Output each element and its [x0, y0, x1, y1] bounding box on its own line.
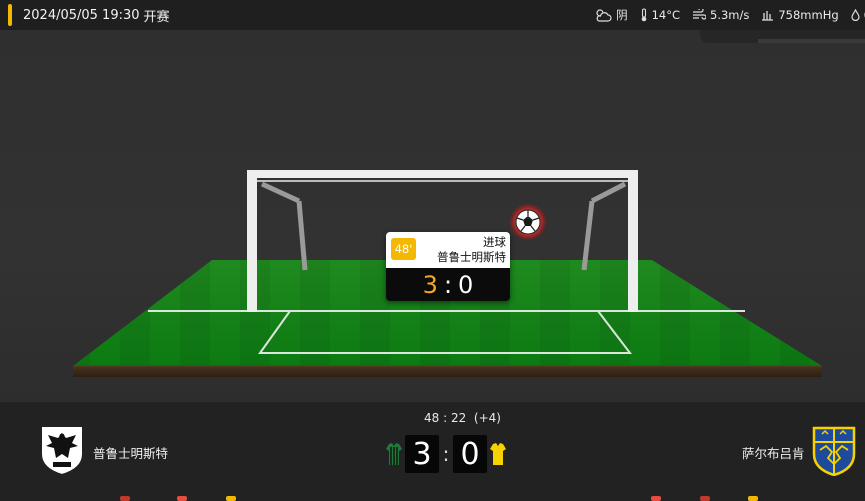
pitch-animation — [0, 30, 865, 402]
home-team-name: 普鲁士明斯特 — [93, 446, 169, 461]
weather-humidity: 6 — [851, 8, 865, 22]
event-type: 进球 — [483, 235, 506, 249]
droplet-icon — [851, 9, 860, 21]
shield-crest-icon — [812, 426, 856, 476]
goal-left-post — [247, 170, 257, 312]
wind-text: 5.3m/s — [710, 8, 750, 22]
panel-tab — [700, 30, 865, 43]
main-score: 3 : 0 — [383, 435, 523, 473]
deco-pennant — [700, 496, 710, 501]
wind-icon — [693, 9, 706, 20]
event-score-separator: : — [443, 270, 453, 299]
score-separator: : — [442, 442, 450, 466]
weather-condition-text: 阴 — [616, 8, 628, 22]
deco-pennant — [748, 496, 758, 501]
deco-pennant — [177, 496, 187, 501]
weather-wind: 5.3m/s — [692, 8, 749, 22]
match-info-bar: 2024/05/05 19:30 开赛 阴 14°C 5.3m/s 758mmH… — [0, 0, 865, 30]
deco-pennant — [120, 496, 130, 501]
home-score: 3 — [405, 435, 439, 473]
event-score: 3 : 0 — [386, 268, 510, 301]
away-team-name: 萨尔布吕肯 — [742, 446, 805, 461]
weather-temperature: 14°C — [640, 8, 680, 22]
event-home-score: 3 — [422, 270, 438, 299]
match-clock: 48 : 22 (+4) — [424, 411, 501, 425]
match-status: 开赛 — [143, 9, 170, 25]
scoreboard: 普鲁士明斯特 48 : 22 (+4) 3 : 0 萨尔布吕肯 — [0, 402, 865, 501]
match-datetime: 2024/05/05 19:30 — [23, 7, 140, 23]
accent-marker — [8, 4, 12, 26]
pressure-text: 758mmHg — [778, 8, 839, 22]
pressure-icon — [762, 11, 774, 21]
home-shirt-icon — [386, 443, 402, 465]
deco-pennant — [226, 496, 236, 501]
cloud-sun-icon — [596, 9, 612, 22]
event-away-score: 0 — [458, 270, 474, 299]
ball-icon — [515, 209, 541, 235]
goal-crossbar — [247, 170, 638, 178]
pitch-illustration — [73, 170, 822, 377]
event-team: 普鲁士明斯特 — [437, 250, 506, 264]
deco-pennant — [651, 496, 661, 501]
goal-event-popup: 48' 进球 普鲁士明斯特 3 : 0 — [386, 232, 510, 301]
temperature-text: 14°C — [651, 8, 680, 22]
pitch-soil-edge — [73, 366, 822, 377]
weather-condition: 阴 — [594, 7, 628, 23]
thermometer-icon — [641, 8, 646, 22]
away-score: 0 — [453, 435, 487, 473]
goal-right-post — [628, 170, 638, 312]
weather-info: 阴 14°C 5.3m/s 758mmHg 6 — [582, 0, 865, 30]
weather-pressure: 758mmHg — [761, 8, 839, 22]
event-minute-badge: 48' — [391, 238, 416, 260]
away-shirt-icon — [490, 443, 506, 465]
eagle-crest-icon — [40, 425, 84, 476]
